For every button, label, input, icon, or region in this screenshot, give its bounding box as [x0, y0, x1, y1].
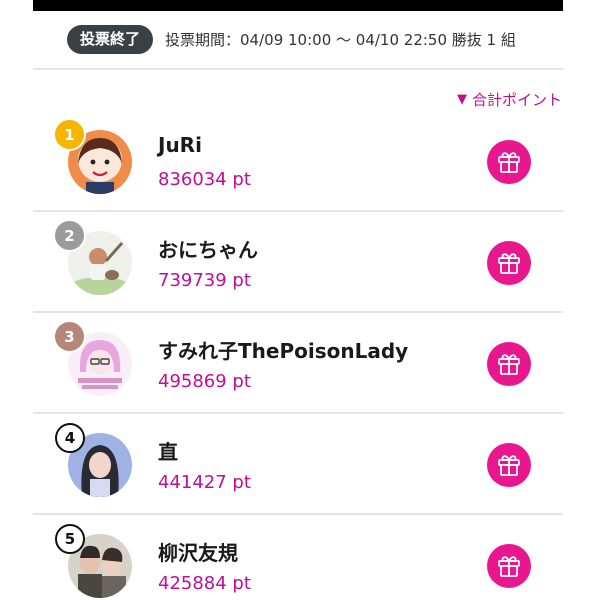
- sort-label: 合計ポイント: [471, 91, 562, 109]
- gift-icon: [498, 152, 520, 173]
- gift-button[interactable]: [487, 140, 531, 184]
- divider: [33, 210, 563, 212]
- participant-name[interactable]: JuRi: [158, 133, 202, 157]
- participant-points: 739739 pt: [158, 270, 251, 291]
- divider: [33, 311, 563, 313]
- gift-icon: [498, 455, 520, 476]
- gift-icon: [498, 253, 520, 274]
- rank-badge: 2: [53, 219, 86, 252]
- status-badge: 投票終了: [67, 24, 154, 54]
- rank-badge: 4: [55, 423, 85, 453]
- rank-badge: 5: [55, 524, 85, 554]
- voting-period: 投票終了 投票期間：04/09 10:00 〜 04/10 22:50 勝抜 1…: [67, 24, 516, 54]
- participant-points: 495869 pt: [158, 371, 251, 392]
- rank-badge: 3: [53, 320, 86, 353]
- rank-badge: 1: [53, 118, 86, 151]
- period-text: 投票期間：04/09 10:00 〜 04/10 22:50 勝抜 1 組: [165, 30, 516, 49]
- participant-name[interactable]: 柳沢友規: [158, 537, 238, 566]
- triangle-down-icon: ▼: [456, 92, 467, 107]
- gift-button[interactable]: [487, 342, 531, 386]
- sort-button[interactable]: ▼ 合計ポイント: [457, 89, 562, 110]
- ranking-row[interactable]: 4 直 441427 pt: [33, 416, 563, 516]
- divider: [33, 68, 563, 70]
- participant-name[interactable]: おにちゃん: [158, 234, 258, 263]
- ranking-row[interactable]: 5 柳沢友規 425884 pt: [33, 517, 563, 600]
- participant-points: 836034 pt: [158, 169, 251, 190]
- gift-icon: [498, 556, 520, 577]
- ranking-row[interactable]: 2 おにちゃん 739739 pt: [33, 214, 563, 314]
- participant-points: 425884 pt: [158, 573, 251, 594]
- top-bar: [33, 0, 563, 11]
- participant-points: 441427 pt: [158, 472, 251, 493]
- gift-button[interactable]: [487, 544, 531, 588]
- ranking-row[interactable]: 1 JuRi 836034 pt: [33, 113, 563, 213]
- gift-icon: [498, 354, 520, 375]
- participant-name[interactable]: 直: [158, 436, 178, 465]
- participant-name[interactable]: すみれ子ThePoisonLady: [158, 335, 408, 364]
- divider: [33, 513, 563, 515]
- ranking-row[interactable]: 3 すみれ子ThePoisonLady 495869 pt: [33, 315, 563, 415]
- divider: [33, 412, 563, 414]
- gift-button[interactable]: [487, 241, 531, 285]
- gift-button[interactable]: [487, 443, 531, 487]
